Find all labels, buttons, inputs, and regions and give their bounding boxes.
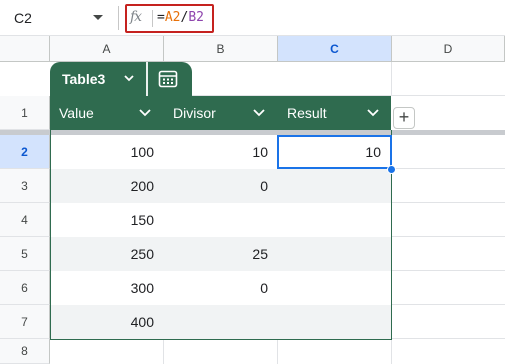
fx-icon: fx: [130, 9, 142, 25]
chevron-down-icon[interactable]: [138, 107, 152, 119]
cell-a6[interactable]: 300: [51, 271, 164, 305]
active-cell-outline: [277, 135, 392, 169]
table-tab: Table3: [50, 62, 192, 96]
name-box-value[interactable]: C2: [14, 10, 32, 26]
column-label: Divisor: [173, 105, 216, 121]
row-header-7[interactable]: 7: [0, 305, 50, 339]
add-column-button[interactable]: +: [393, 107, 415, 129]
cell-b6[interactable]: 0: [164, 271, 278, 305]
column-label: Result: [287, 105, 327, 121]
gridline: [392, 236, 505, 237]
chevron-down-icon[interactable]: [122, 71, 136, 85]
gridline: [392, 202, 505, 203]
cell-c5[interactable]: [278, 237, 391, 271]
table-name[interactable]: Table3: [62, 71, 105, 87]
formula-input[interactable]: =A2/B2: [157, 10, 204, 25]
cell-c3[interactable]: [278, 169, 391, 203]
column-header-d[interactable]: D: [392, 36, 505, 62]
gridline: [163, 340, 164, 364]
cell-a5[interactable]: 250: [51, 237, 164, 271]
column-label: Value: [59, 105, 94, 121]
row-header-2[interactable]: 2: [0, 135, 50, 169]
select-all-corner[interactable]: [0, 36, 50, 62]
formula-ref-a2: A2: [164, 10, 181, 25]
divider: [118, 6, 119, 30]
cell-a7[interactable]: 400: [51, 305, 164, 339]
gridline: [391, 340, 392, 364]
gridline: [277, 340, 278, 364]
table-header-value[interactable]: Value: [50, 96, 164, 130]
chevron-down-icon[interactable]: [252, 107, 266, 119]
cell-b7[interactable]: [164, 305, 278, 339]
cell-c7[interactable]: [278, 305, 391, 339]
cell-b3[interactable]: 0: [164, 169, 278, 203]
column-header-b[interactable]: B: [164, 36, 278, 62]
gridline: [392, 270, 505, 271]
column-header-a[interactable]: A: [50, 36, 164, 62]
table-view-icon[interactable]: [158, 70, 178, 88]
gridline: [391, 62, 392, 96]
cell-c4[interactable]: [278, 203, 391, 237]
formula-equals: =: [157, 10, 165, 25]
divider: [146, 62, 148, 96]
divider: [152, 10, 153, 27]
row-header-5[interactable]: 5: [0, 237, 50, 271]
table-header-divisor[interactable]: Divisor: [164, 96, 278, 130]
row-header-1[interactable]: 1: [0, 96, 50, 130]
name-box[interactable]: C2: [0, 0, 118, 36]
formula-ref-b2: B2: [188, 10, 204, 25]
cell-a4[interactable]: 150: [51, 203, 164, 237]
gridline: [392, 338, 505, 339]
gridline: [392, 304, 505, 305]
gridline: [392, 168, 505, 169]
cell-b5[interactable]: 25: [164, 237, 278, 271]
chevron-down-icon[interactable]: [93, 15, 103, 20]
cell-a2[interactable]: 100: [51, 135, 164, 169]
column-header-c[interactable]: C: [278, 36, 392, 62]
row-header-8[interactable]: 8: [0, 339, 50, 364]
cell-c6[interactable]: [278, 271, 391, 305]
table-header-result[interactable]: Result: [278, 96, 391, 130]
cell-b2[interactable]: 10: [164, 135, 278, 169]
cell-a3[interactable]: 200: [51, 169, 164, 203]
row-header-3[interactable]: 3: [0, 169, 50, 203]
table-header-row: Value Divisor Result: [50, 96, 391, 130]
cell-b4[interactable]: [164, 203, 278, 237]
row-header-6[interactable]: 6: [0, 271, 50, 305]
row-header-4[interactable]: 4: [0, 203, 50, 237]
chevron-down-icon[interactable]: [366, 107, 380, 119]
formula-bar: C2 fx =A2/B2: [0, 0, 505, 36]
fill-handle[interactable]: [387, 165, 396, 174]
